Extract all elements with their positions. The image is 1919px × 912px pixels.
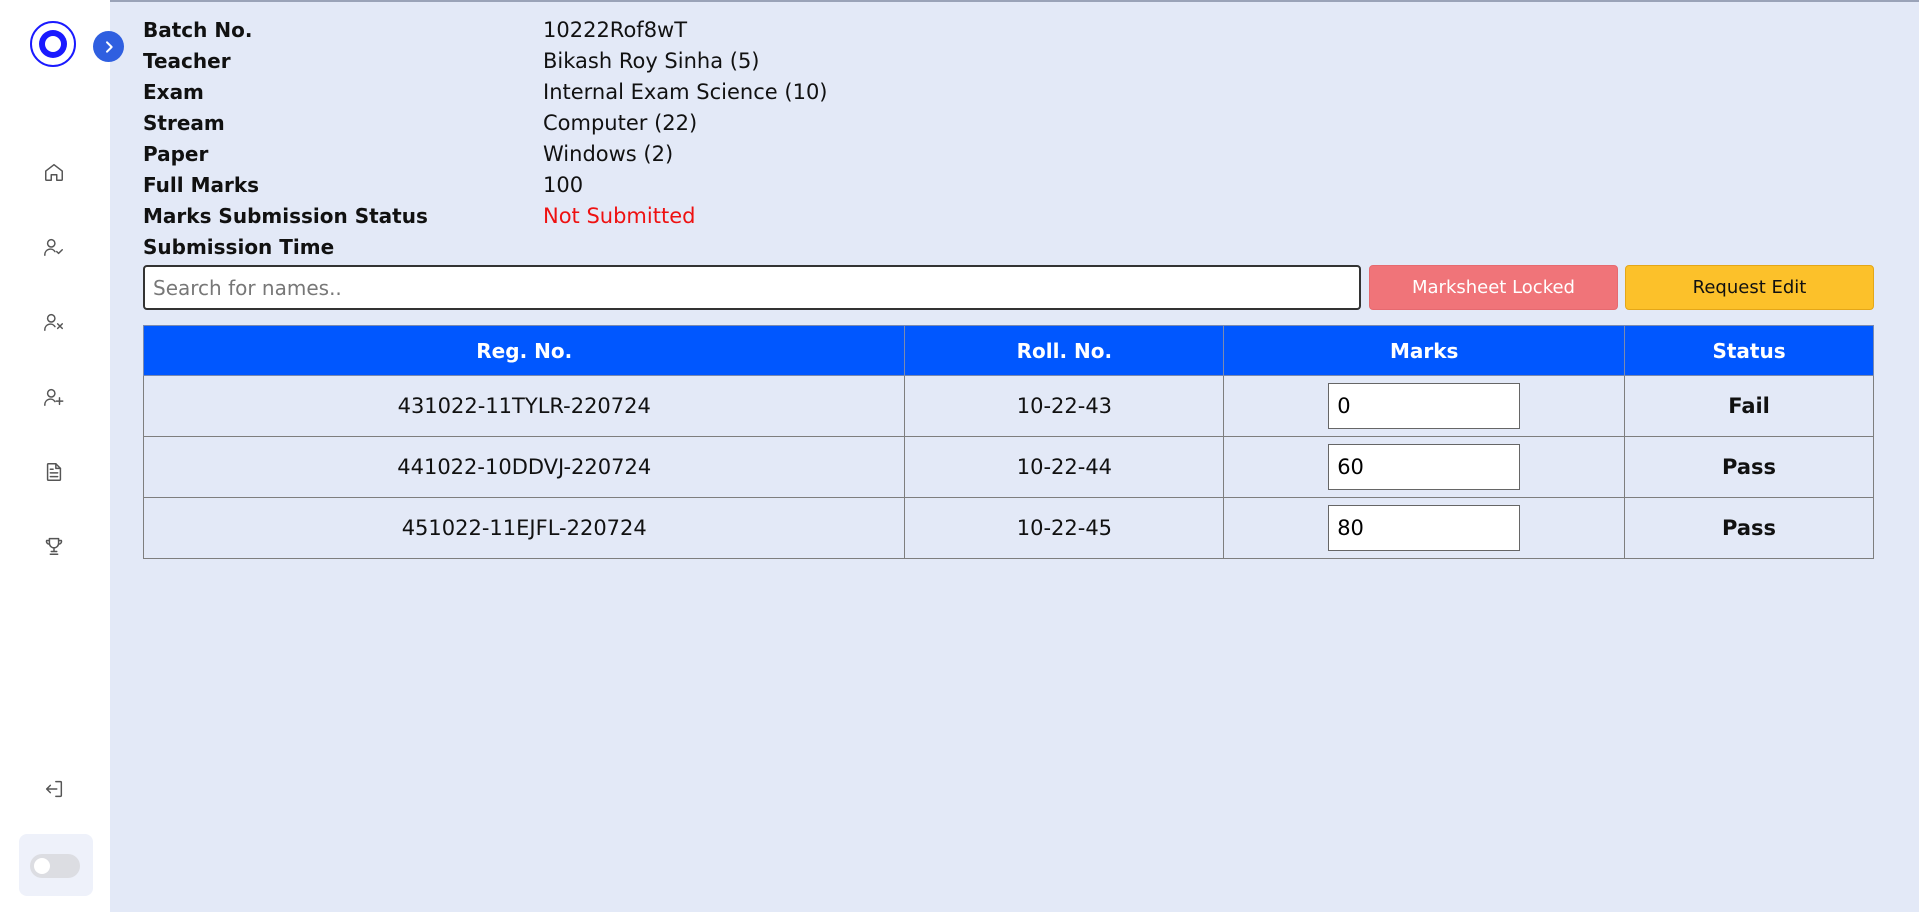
table-header-row: Reg. No. Roll. No. Marks Status	[142, 325, 1874, 376]
theme-toggle-container	[19, 834, 93, 896]
marks-cell	[1223, 497, 1626, 559]
paper-label: Paper	[143, 142, 209, 166]
marks-input[interactable]	[1328, 444, 1521, 490]
theme-toggle-switch[interactable]	[30, 854, 80, 878]
exam-value: Internal Exam Science (10)	[543, 80, 828, 104]
submission-status-label: Marks Submission Status	[143, 204, 428, 228]
user-x-icon[interactable]	[40, 308, 68, 336]
reg-no-cell: 431022-11TYLR-220724	[142, 375, 906, 437]
sidebar-toggle-button[interactable]	[93, 31, 124, 62]
search-input[interactable]	[143, 265, 1361, 310]
toggle-knob	[34, 858, 50, 874]
marks-input[interactable]	[1328, 383, 1521, 429]
submission-status-value: Not Submitted	[543, 204, 696, 228]
exam-label: Exam	[143, 80, 204, 104]
logo-dot	[45, 36, 61, 52]
logo-ring	[39, 30, 67, 58]
marks-table: Reg. No. Roll. No. Marks Status 431022-1…	[142, 325, 1874, 559]
user-plus-icon[interactable]	[40, 383, 68, 411]
app-logo[interactable]	[30, 21, 76, 67]
marks-cell	[1223, 375, 1626, 437]
roll-no-cell: 10-22-44	[904, 436, 1225, 498]
stream-label: Stream	[143, 111, 225, 135]
top-border	[0, 0, 1919, 2]
header-reg-no: Reg. No.	[142, 325, 906, 376]
header-roll-no: Roll. No.	[904, 325, 1225, 376]
user-check-icon[interactable]	[40, 233, 68, 261]
status-cell: Pass	[1624, 436, 1874, 498]
teacher-value: Bikash Roy Sinha (5)	[543, 49, 760, 73]
status-cell: Fail	[1624, 375, 1874, 437]
full-marks-label: Full Marks	[143, 173, 260, 197]
header-status: Status	[1624, 325, 1874, 376]
file-text-icon[interactable]	[40, 458, 68, 486]
marks-input[interactable]	[1328, 505, 1521, 551]
marks-cell	[1223, 436, 1626, 498]
chevron-right-icon	[105, 40, 113, 53]
submission-time-label: Submission Time	[143, 235, 335, 259]
batch-value: 10222Rof8wT	[543, 18, 688, 42]
roll-no-cell: 10-22-43	[904, 375, 1225, 437]
batch-label: Batch No.	[143, 18, 253, 42]
teacher-label: Teacher	[143, 49, 231, 73]
home-icon[interactable]	[40, 158, 68, 186]
paper-value: Windows (2)	[543, 142, 674, 166]
table-row: 441022-10DDVJ-220724 10-22-44 Pass	[142, 436, 1874, 498]
log-out-icon[interactable]	[40, 775, 68, 803]
reg-no-cell: 441022-10DDVJ-220724	[142, 436, 906, 498]
status-cell: Pass	[1624, 497, 1874, 559]
table-row: 431022-11TYLR-220724 10-22-43 Fail	[142, 375, 1874, 437]
header-marks: Marks	[1223, 325, 1626, 376]
trophy-icon[interactable]	[40, 532, 68, 560]
reg-no-cell: 451022-11EJFL-220724	[142, 497, 906, 559]
request-edit-button[interactable]: Request Edit	[1625, 265, 1874, 310]
sidebar	[0, 0, 110, 912]
roll-no-cell: 10-22-45	[904, 497, 1225, 559]
full-marks-value: 100	[543, 173, 584, 197]
marksheet-locked-button[interactable]: Marksheet Locked	[1369, 265, 1618, 310]
table-row: 451022-11EJFL-220724 10-22-45 Pass	[142, 497, 1874, 559]
stream-value: Computer (22)	[543, 111, 698, 135]
